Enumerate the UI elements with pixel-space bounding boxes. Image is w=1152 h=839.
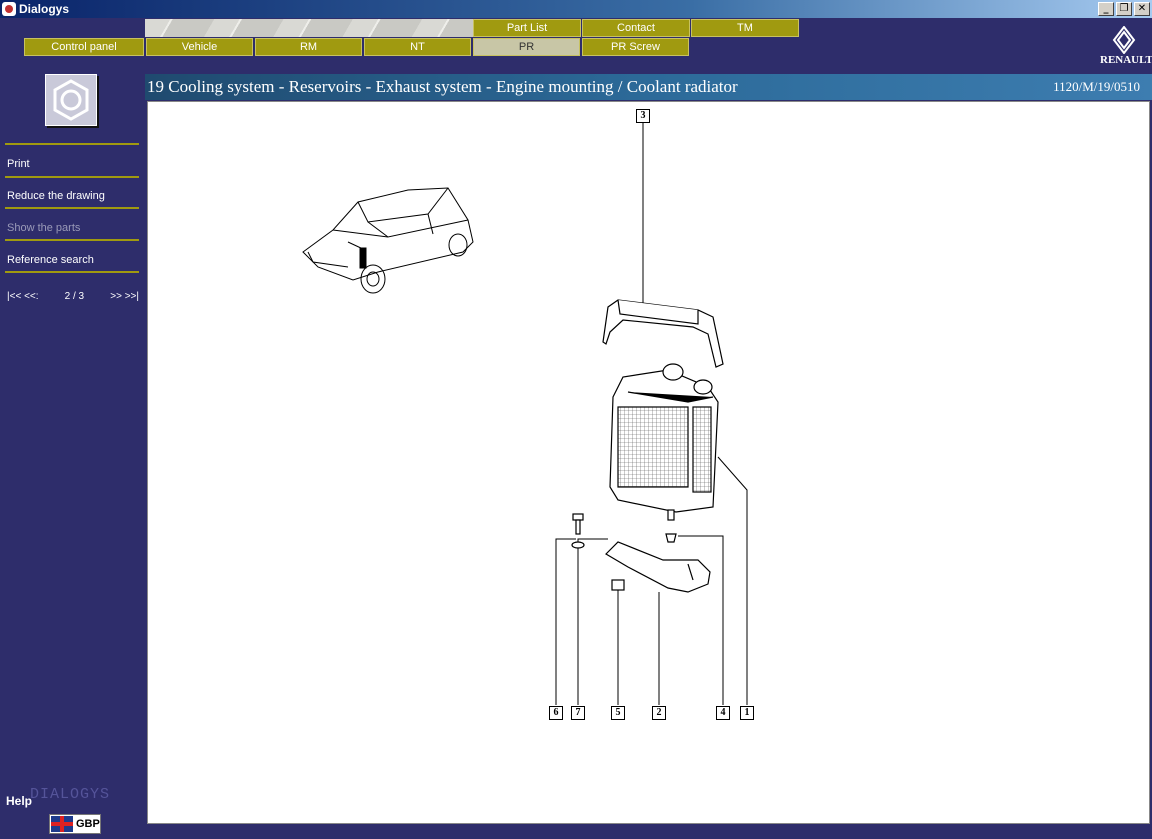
callout-6[interactable]: 6 <box>549 706 563 720</box>
page-indicator: 2 / 3 <box>64 291 85 302</box>
currency-selector[interactable]: GBP <box>49 814 101 834</box>
page-title: 19 Cooling system - Reservoirs - Exhaust… <box>147 77 738 96</box>
bolt-head-icon <box>45 74 97 126</box>
renault-logo-text: RENAULT <box>1100 54 1152 66</box>
reference-search-button[interactable]: Reference search <box>7 254 94 266</box>
last-page-button[interactable]: >>| <box>125 291 139 302</box>
next-page-button[interactable]: >> <box>110 291 122 302</box>
uk-flag-icon <box>51 816 73 832</box>
minimize-button[interactable]: _ <box>1098 2 1114 16</box>
sidebar: Print Reduce the drawing Show the parts … <box>0 74 145 839</box>
renault-diamond-icon <box>1112 26 1136 54</box>
maximize-button[interactable]: ❐ <box>1116 2 1132 16</box>
drawing-canvas[interactable]: 3 6 7 5 2 4 1 <box>147 101 1150 824</box>
tab-pr-screw[interactable]: PR Screw <box>582 38 689 56</box>
window-controls: _ ❐ ✕ <box>1098 2 1150 16</box>
window-title: Dialogys <box>19 2 70 16</box>
tab-rm[interactable]: RM <box>255 38 362 56</box>
menu-divider <box>5 207 139 209</box>
menu-divider <box>5 239 139 241</box>
part-1-radiator <box>609 363 719 521</box>
tab-control-panel[interactable]: Control panel <box>24 38 144 56</box>
page-header: 19 Cooling system - Reservoirs - Exhaust… <box>145 74 1152 100</box>
prev-page-button[interactable]: <<: <box>24 291 38 302</box>
page-navigator: |<< <<: 2 / 3 >> >>| <box>7 291 139 302</box>
tab-pr[interactable]: PR <box>473 38 580 56</box>
dialogys-watermark: DIALOGYS <box>30 786 111 803</box>
header-decoration <box>145 19 473 37</box>
app-icon <box>2 2 16 16</box>
callout-1[interactable]: 1 <box>740 706 754 720</box>
tab-nt[interactable]: NT <box>364 38 471 56</box>
bottom-border <box>145 825 1152 839</box>
menu-divider <box>5 271 139 273</box>
first-page-button[interactable]: |<< <box>7 291 21 302</box>
callout-2[interactable]: 2 <box>652 706 666 720</box>
callout-4[interactable]: 4 <box>716 706 730 720</box>
menu-divider <box>5 143 139 145</box>
callout-7[interactable]: 7 <box>571 706 585 720</box>
show-parts-button[interactable]: Show the parts <box>7 222 80 234</box>
tab-contact[interactable]: Contact <box>582 19 690 37</box>
tab-vehicle[interactable]: Vehicle <box>146 38 253 56</box>
menu-divider <box>5 176 139 178</box>
help-link[interactable]: Help <box>6 794 32 808</box>
reduce-drawing-button[interactable]: Reduce the drawing <box>7 190 105 202</box>
window-titlebar: Dialogys _ ❐ ✕ <box>0 0 1152 18</box>
close-button[interactable]: ✕ <box>1134 2 1150 16</box>
exploded-parts-drawing <box>302 122 748 705</box>
top-navigation: Part List Contact TM Control panel Vehic… <box>0 18 1152 74</box>
print-button[interactable]: Print <box>7 158 30 170</box>
drawing-reference: 1120/M/19/0510 <box>1053 79 1140 94</box>
tab-part-list[interactable]: Part List <box>473 19 581 37</box>
callout-3[interactable]: 3 <box>636 109 650 123</box>
tab-tm[interactable]: TM <box>691 19 799 37</box>
vehicle-location-sketch <box>302 187 474 294</box>
callout-5[interactable]: 5 <box>611 706 625 720</box>
part-3-cover <box>602 299 724 368</box>
renault-logo: RENAULT <box>1100 26 1152 68</box>
currency-label: GBP <box>76 818 100 830</box>
